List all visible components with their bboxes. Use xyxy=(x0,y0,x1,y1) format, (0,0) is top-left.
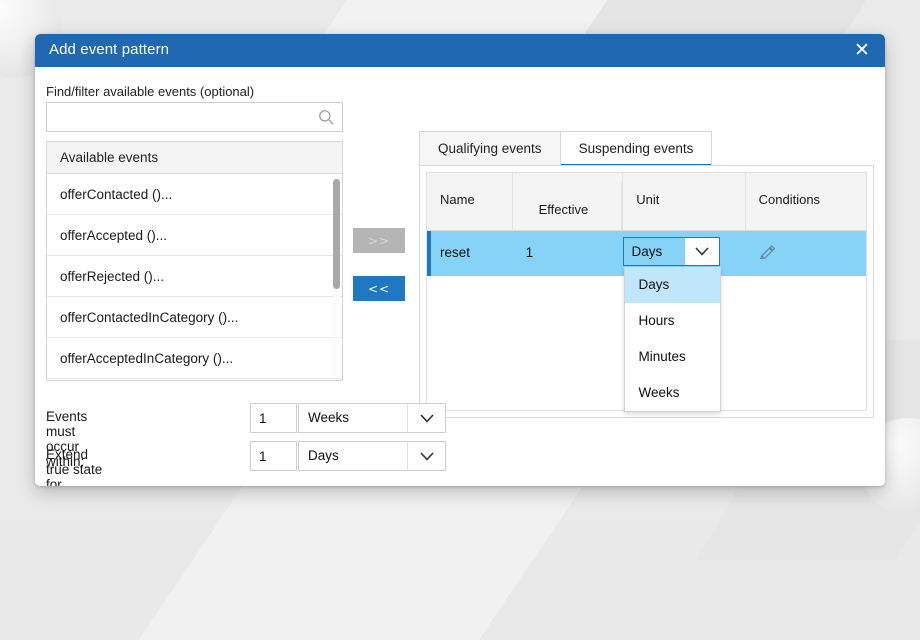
unit-option-hours[interactable]: Hours xyxy=(625,303,720,339)
list-item[interactable]: offerRejected ()... xyxy=(47,256,342,297)
extend-state-unit-value: Days xyxy=(308,448,339,463)
unit-select-value: Days xyxy=(624,244,662,259)
close-icon[interactable]: ✕ xyxy=(849,38,875,64)
dialog-body: Find/filter available events (optional) … xyxy=(35,67,885,486)
list-item[interactable]: offerContactedInCategory ()... xyxy=(47,297,342,338)
dialog-title: Add event pattern xyxy=(49,41,169,58)
available-events-header: Available events xyxy=(47,142,342,174)
chevron-down-icon[interactable] xyxy=(407,442,445,470)
add-event-button-wrapper: >> xyxy=(353,228,405,253)
events-window-unit-value: Weeks xyxy=(308,410,349,425)
dialog-titlebar: Add event pattern ✕ xyxy=(35,34,885,67)
table-row[interactable]: reset 1 Days Days Hour xyxy=(427,231,866,276)
search-icon[interactable] xyxy=(318,109,335,126)
events-window-unit-select[interactable]: Weeks xyxy=(298,403,446,433)
cell-effective-duration[interactable]: 1 xyxy=(513,231,624,276)
cell-name: reset xyxy=(431,231,513,276)
column-header-name: Name xyxy=(427,173,513,230)
column-header-conditions: Conditions xyxy=(746,173,866,230)
tabstrip: Qualifying events Suspending events xyxy=(419,131,874,166)
column-header-unit: Unit xyxy=(623,173,745,230)
chevron-down-icon[interactable] xyxy=(685,238,719,265)
events-grid: Name Effective duration Unit Conditions … xyxy=(426,172,867,411)
add-event-pattern-dialog: Add event pattern ✕ Find/filter availabl… xyxy=(35,34,885,486)
unit-option-minutes[interactable]: Minutes xyxy=(625,339,720,375)
search-input[interactable] xyxy=(47,103,315,131)
unit-dropdown-list[interactable]: Days Hours Minutes Weeks xyxy=(624,267,721,412)
list-scrollbar[interactable] xyxy=(333,177,340,377)
extend-state-unit-select[interactable]: Days xyxy=(298,441,446,471)
extend-state-amount-input[interactable] xyxy=(250,441,297,471)
unit-select[interactable]: Days Days Hours Minutes Weeks xyxy=(623,237,720,266)
events-window-amount-input[interactable] xyxy=(250,403,297,433)
available-events-panel: Available events offerContacted ()... of… xyxy=(46,141,343,381)
list-item[interactable]: offerContacted ()... xyxy=(47,174,342,215)
remove-event-button[interactable]: << xyxy=(353,276,405,301)
suspending-events-panel: Name Effective duration Unit Conditions … xyxy=(419,165,874,418)
cell-conditions[interactable] xyxy=(746,231,867,276)
column-header-effective-duration-line1: Effective xyxy=(526,183,623,218)
grid-header-row: Name Effective duration Unit Conditions xyxy=(427,173,866,231)
unit-option-days[interactable]: Days xyxy=(625,267,720,303)
extend-state-label: Extend true state for additional: xyxy=(46,447,108,486)
unit-option-weeks[interactable]: Weeks xyxy=(625,375,720,411)
list-scrollbar-thumb[interactable] xyxy=(333,179,340,289)
filter-label: Find/filter available events (optional) xyxy=(46,84,254,99)
list-item[interactable]: offerAcceptedInCategory ()... xyxy=(47,338,342,379)
cell-unit: Days Days Hours Minutes Weeks xyxy=(623,231,745,276)
column-header-effective-duration: Effective duration xyxy=(513,173,624,230)
list-item[interactable]: offerAccepted ()... xyxy=(47,215,342,256)
available-events-list[interactable]: offerContacted ()... offerAccepted ()...… xyxy=(47,174,342,380)
pencil-icon[interactable] xyxy=(759,243,777,259)
search-field-wrapper xyxy=(46,102,343,132)
tab-qualifying-events[interactable]: Qualifying events xyxy=(419,131,561,166)
remove-event-button-wrapper: << xyxy=(353,276,405,301)
chevron-down-icon[interactable] xyxy=(407,404,445,432)
tab-suspending-events[interactable]: Suspending events xyxy=(560,131,713,167)
add-event-button[interactable]: >> xyxy=(353,228,405,253)
